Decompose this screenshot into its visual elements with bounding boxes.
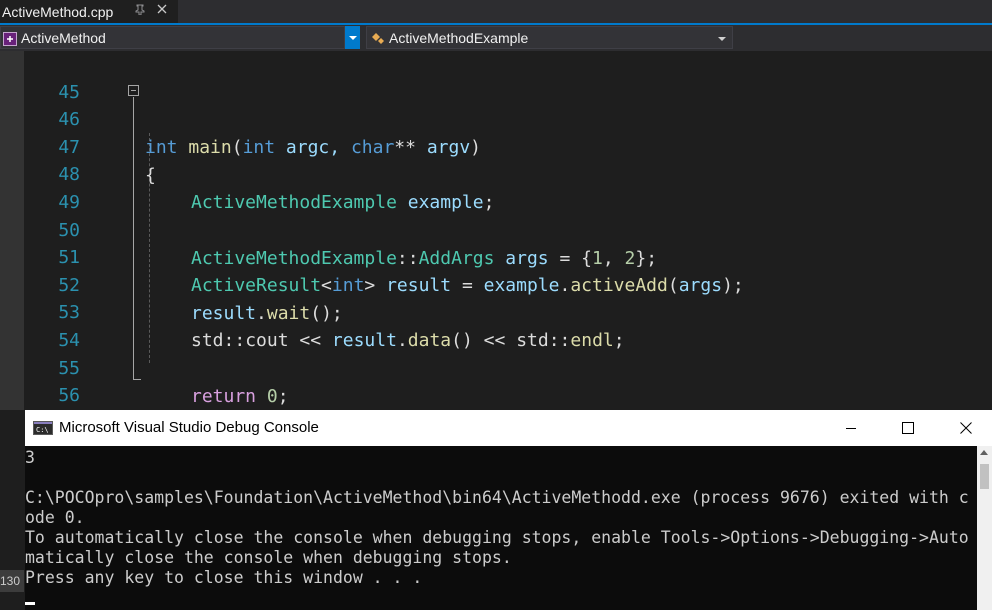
scope-dropdown[interactable]: ActiveMethodExample xyxy=(366,26,733,49)
code-line: 47 { xyxy=(0,106,992,186)
class-icon xyxy=(371,31,385,45)
close-icon[interactable] xyxy=(156,3,168,18)
scope-label: ActiveMethodExample xyxy=(389,29,529,46)
code-line: 54 xyxy=(0,299,992,351)
code-line: 57 xyxy=(0,382,992,434)
close-button[interactable] xyxy=(937,410,992,446)
console-output[interactable]: 3 C:\POCOpro\samples\Foundation\ActiveMe… xyxy=(25,446,977,610)
console-title: Microsoft Visual Studio Debug Console xyxy=(59,419,319,436)
chevron-down-icon xyxy=(348,35,357,40)
code-line: 48 ActiveMethodExample example; xyxy=(0,133,992,213)
console-app-icon: C:\ xyxy=(33,420,53,435)
project-dropdown[interactable]: ActiveMethod xyxy=(0,26,345,49)
console-line: 3 xyxy=(25,448,35,467)
scroll-thumb[interactable] xyxy=(980,464,989,489)
console-line: matically close the console when debuggi… xyxy=(25,548,512,567)
console-line: To automatically close the console when … xyxy=(25,528,969,547)
code-line: 46 int main(int argc, char** argv) xyxy=(0,78,992,158)
navigation-bar: ActiveMethod ActiveMethodExample xyxy=(0,25,992,51)
maximize-button[interactable] xyxy=(879,410,937,446)
code-line: 45 xyxy=(0,51,992,103)
svg-text:C:\: C:\ xyxy=(36,426,49,434)
code-line: 52 result.wait(); xyxy=(0,244,992,324)
chevron-down-icon[interactable] xyxy=(718,37,726,41)
document-tab[interactable]: ActiveMethod.cpp xyxy=(0,0,178,23)
console-line: C:\POCOpro\samples\Foundation\ActiveMeth… xyxy=(25,488,969,507)
console-title-bar[interactable]: C:\ Microsoft Visual Studio Debug Consol… xyxy=(25,410,992,446)
code-editor[interactable]: 45 46 int main(int argc, char** argv) 47… xyxy=(0,51,992,434)
pin-icon[interactable] xyxy=(134,3,146,18)
console-line: Press any key to close this window . . . xyxy=(25,568,423,587)
document-tab-strip: ActiveMethod.cpp xyxy=(0,0,992,23)
margin-number-label: 130 xyxy=(0,570,24,592)
console-line: ode 0. xyxy=(25,508,85,527)
project-label: ActiveMethod xyxy=(21,29,106,46)
tab-title: ActiveMethod.cpp xyxy=(2,3,114,20)
debug-console-window[interactable]: C:\ Microsoft Visual Studio Debug Consol… xyxy=(25,410,992,610)
console-scrollbar[interactable] xyxy=(977,446,992,610)
code-line: 53 std::cout << result.data() << std::en… xyxy=(0,271,992,351)
code-line: 51 ActiveResult<int> result = example.ac… xyxy=(0,216,992,296)
code-line: 50 ActiveMethodExample::AddArgs args = {… xyxy=(0,189,992,269)
project-dropdown-button[interactable] xyxy=(345,26,360,49)
console-cursor xyxy=(25,602,35,605)
minimize-button[interactable] xyxy=(822,410,880,446)
code-line: 55 return 0; xyxy=(0,327,992,407)
code-line: 56 } xyxy=(0,354,992,434)
scroll-up-icon[interactable] xyxy=(980,450,988,455)
code-line: 49 xyxy=(0,161,992,213)
project-icon xyxy=(3,31,17,46)
